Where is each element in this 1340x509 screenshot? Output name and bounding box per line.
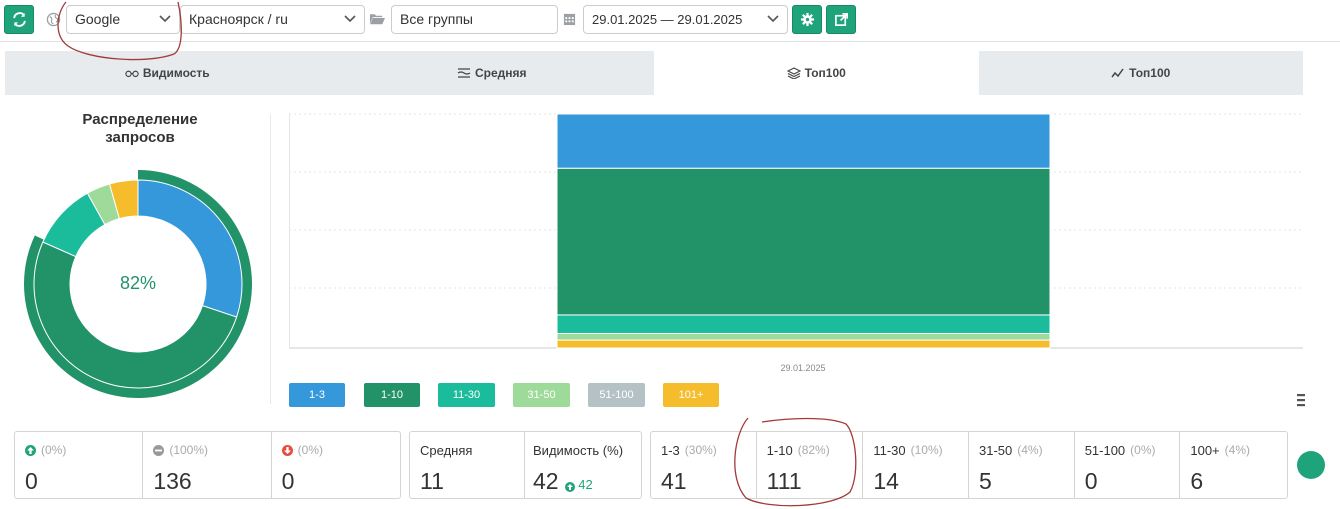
stat-visibility: Видимость (%) 42 42 <box>525 432 641 498</box>
legend-1-3[interactable]: 1-3 <box>289 383 345 407</box>
stat-range-51-100: 51-100 (0%) 0 <box>1075 432 1181 498</box>
chat-widget-button[interactable] <box>1297 451 1325 479</box>
group-select[interactable]: Все группы <box>391 5 558 34</box>
globe-icon <box>46 12 61 27</box>
legend-51-100[interactable]: 51-100 <box>588 383 645 407</box>
region-select[interactable]: Красноярск / ru <box>180 5 365 34</box>
legend-31-50[interactable]: 31-50 <box>513 383 570 407</box>
stat-value: 14 <box>873 468 899 494</box>
tab-label: Видимость <box>142 66 210 80</box>
arrow-up-icon <box>564 482 575 492</box>
tab-visibility[interactable]: Видимость <box>5 51 330 95</box>
donut-center-label: 82% <box>120 273 156 293</box>
toolbar: Google Красноярск / ru Все группы 29.01.… <box>0 0 1340 42</box>
lines-icon <box>457 68 471 78</box>
dynamics-stats: (0%) 0 (100%) 136 (0%) 0 <box>14 431 401 499</box>
glasses-icon <box>125 70 139 78</box>
stat-value: 11 <box>420 468 444 494</box>
tab-label: Топ100 <box>804 66 846 80</box>
gear-icon <box>800 12 814 27</box>
stat-value: 0 <box>25 468 38 494</box>
bar-segment-101+ <box>556 339 1051 349</box>
stat-average: Средняя 11 <box>410 432 526 498</box>
summary-stats: Средняя 11 Видимость (%) 42 42 <box>409 431 642 499</box>
chart-menu-icon[interactable] <box>1297 393 1305 407</box>
stat-value: 136 <box>153 468 192 494</box>
legend-11-30[interactable]: 11-30 <box>438 383 495 407</box>
stat-value: 0 <box>1084 468 1098 494</box>
distribution-title: Распределение запросов <box>82 111 198 146</box>
distribution-donut: 82% <box>23 170 252 398</box>
bar-segment-11-30 <box>556 314 1051 334</box>
minus-circle-icon <box>153 444 165 456</box>
line-chart-icon <box>1111 68 1124 78</box>
settings-button[interactable] <box>792 5 822 34</box>
stat-range-31-50: 31-50 (4%) 5 <box>969 432 1075 498</box>
export-button[interactable] <box>826 5 856 34</box>
tab-top100-line[interactable]: Топ100 <box>979 51 1304 95</box>
tab-label: Топ100 <box>1129 66 1171 80</box>
search-engine-value: Google <box>75 11 121 27</box>
stat-unchanged: (100%) 136 <box>143 432 272 498</box>
layers-icon <box>786 67 801 79</box>
stat-range-11-30: 11-30 (10%) 14 <box>863 432 970 498</box>
refresh-button[interactable] <box>4 5 34 34</box>
stat-range-1-3: 1-3 (30%) 41 <box>651 432 757 498</box>
date-range-select[interactable]: 29.01.2025 — 29.01.2025 <box>583 5 788 34</box>
legend-1-10[interactable]: 1-10 <box>364 383 420 407</box>
stat-value: 5 <box>979 468 992 494</box>
stat-range-100-plus: 100+ (4%) 6 <box>1180 432 1287 498</box>
stat-up: (0%) 0 <box>15 432 144 498</box>
folder-open-icon <box>369 12 386 27</box>
stat-range-1-10: 1-10 (82%) 111 <box>757 432 864 498</box>
calendar-icon <box>563 12 577 27</box>
bar-segment-1-10 <box>556 167 1051 316</box>
tab-top100-stacked[interactable]: Топ100 <box>654 51 979 95</box>
chevron-down-icon <box>767 15 779 23</box>
range-stats: 1-3 (30%) 41 1-10 (82%) 111 11-30 (10%) 14 … <box>650 431 1288 499</box>
chevron-down-icon <box>159 15 171 23</box>
bar-segment-1-3 <box>556 113 1051 169</box>
tab-average[interactable]: Средняя <box>330 51 655 95</box>
x-tick-label: 29.01.2025 <box>780 363 825 373</box>
tab-label: Средняя <box>474 66 527 80</box>
panel-divider <box>270 114 271 404</box>
stacked-bar-chart: 29.01.2025 <box>289 113 1303 373</box>
search-engine-select[interactable]: Google <box>66 5 180 34</box>
donut-slice-1-3 <box>137 179 243 318</box>
group-value: Все группы <box>400 11 473 27</box>
stat-value: 42 42 <box>533 468 593 494</box>
stat-value: 6 <box>1190 468 1204 494</box>
stat-down: (0%) 0 <box>272 432 400 498</box>
export-icon <box>834 13 848 26</box>
refresh-icon <box>12 12 26 27</box>
arrow-down-icon <box>281 444 293 456</box>
stat-value: 111 <box>766 468 802 494</box>
region-value: Красноярск / ru <box>189 11 288 27</box>
chart-tabs: Видимость Средняя Топ100 Топ100 <box>5 51 1303 95</box>
stat-value: 41 <box>661 468 687 494</box>
legend-101-plus[interactable]: 101+ <box>663 383 719 407</box>
bar-segment-31-50 <box>556 332 1051 341</box>
stat-value: 0 <box>281 468 295 494</box>
date-range-value: 29.01.2025 — 29.01.2025 <box>592 12 743 27</box>
arrow-up-icon <box>25 444 36 456</box>
chevron-down-icon <box>344 15 356 23</box>
